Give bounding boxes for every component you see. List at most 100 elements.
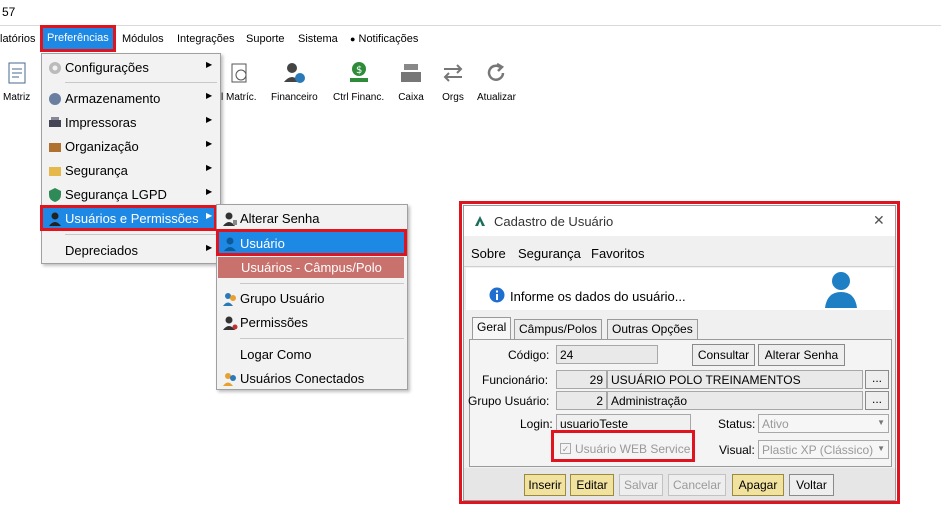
menu-integracoes[interactable]: Integrações (177, 33, 234, 45)
organization-icon (49, 143, 61, 152)
window-title-bar: 57 (0, 0, 941, 26)
menu-item-grupo-usuario[interactable]: Grupo Usuário (217, 287, 407, 311)
menu-item-seguranca[interactable]: Segurança ▶ (42, 159, 220, 183)
menu-suporte[interactable]: Suporte (246, 33, 285, 45)
chevron-right-icon: ▶ (206, 187, 213, 196)
tab-geral[interactable]: Geral (472, 317, 512, 339)
funcionario-lookup-button[interactable]: ... (865, 370, 889, 389)
alterar-senha-button[interactable]: Alterar Senha (758, 344, 845, 366)
menu-item-usuarios-campus[interactable]: Usuários - Câmpus/Polo (218, 257, 404, 278)
preferences-menu: Configurações ▶ Armazenamento ▶ Impresso… (41, 53, 221, 264)
menu-relatorios[interactable]: latórios (0, 33, 35, 45)
shield-icon (49, 188, 61, 202)
menu-item-seguranca-lgpd[interactable]: Segurança LGPD ▶ (42, 183, 220, 207)
gear-icon (49, 62, 61, 74)
menu-preferencias[interactable]: Preferências (43, 28, 113, 50)
funcionario-id-field[interactable]: 29 (556, 370, 607, 389)
info-banner: Informe os dados do usuário... (466, 268, 893, 310)
toolbar-caixa[interactable]: Caixa (398, 60, 424, 103)
window-title: 57 (2, 5, 16, 19)
menu-item-logar-como[interactable]: Logar Como (217, 343, 407, 367)
menu-item-armazenamento[interactable]: Armazenamento ▶ (42, 87, 220, 111)
menu-modulos[interactable]: Módulos (122, 33, 164, 45)
dialog-title: Cadastro de Usuário (494, 214, 614, 229)
globe-icon (49, 93, 61, 105)
svg-text:$: $ (356, 65, 362, 76)
printer-icon (49, 117, 61, 127)
login-field[interactable]: usuarioTeste (556, 414, 691, 433)
dialog-menu-sobre[interactable]: Sobre (471, 246, 506, 261)
status-value: Ativo (762, 417, 789, 431)
menu-item-depreciados[interactable]: Depreciados ▶ (42, 239, 220, 263)
toolbar-ctrl-financ-label: Ctrl Financ. (333, 92, 385, 103)
menu-item-usuario[interactable]: Usuário (217, 232, 407, 256)
toolbar-financeiro[interactable]: Financeiro (271, 60, 318, 103)
users-submenu: Alterar Senha Usuário Usuários - Câmpus/… (216, 204, 408, 390)
chevron-right-icon: ▶ (206, 115, 213, 124)
grupo-lookup-button[interactable]: ... (865, 391, 889, 410)
codigo-field[interactable]: 24 (556, 345, 658, 364)
toolbar-atualizar[interactable]: Atualizar (477, 60, 516, 103)
toolbar-matriz[interactable]: Matriz (3, 60, 30, 103)
tab-outras-opcoes[interactable]: Outras Opções (607, 319, 698, 339)
menu-sistema[interactable]: Sistema (298, 33, 338, 45)
toolbar-matricula-label: l Matríc. (221, 92, 257, 103)
editar-button[interactable]: Editar (570, 474, 614, 496)
tab-campus-polos[interactable]: Câmpus/Polos (514, 319, 603, 339)
user-avatar-icon (825, 272, 857, 308)
menu-item-permissoes[interactable]: Permissões (217, 311, 407, 335)
toolbar-matriz-label: Matriz (3, 92, 31, 103)
toolbar-matricula[interactable]: l Matríc. (221, 60, 257, 103)
chevron-right-icon: ▶ (206, 139, 213, 148)
menu-notificacoes[interactable]: ● Notificações (350, 33, 418, 45)
apagar-button[interactable]: Apagar (732, 474, 784, 496)
refresh-icon (488, 62, 505, 81)
bell-icon: ● (350, 34, 356, 44)
chevron-right-icon: ▶ (206, 211, 213, 220)
menu-item-organizacao[interactable]: Organização ▶ (42, 135, 220, 159)
voltar-button[interactable]: Voltar (789, 474, 834, 496)
calculator-icon (231, 63, 247, 83)
toolbar-orgs-label: Orgs (442, 92, 464, 103)
lock-folder-icon (49, 167, 61, 176)
chevron-down-icon: ▼ (877, 418, 885, 427)
toolbar-orgs[interactable]: Orgs (440, 60, 466, 103)
user-key-icon (223, 212, 237, 226)
grupo-name-field[interactable]: Administração (607, 391, 863, 410)
swap-arrows-icon (443, 64, 463, 82)
status-label: Status: (718, 417, 756, 431)
user-icon (49, 212, 61, 226)
menu-item-alterar-senha[interactable]: Alterar Senha (217, 207, 407, 231)
funcionario-label: Funcionário: (482, 373, 549, 387)
close-icon[interactable]: ✕ (873, 212, 885, 229)
chevron-right-icon: ▶ (206, 60, 213, 69)
chevron-right-icon: ▶ (206, 163, 213, 172)
inserir-button[interactable]: Inserir (524, 474, 566, 496)
toolbar-caixa-label: Caixa (398, 92, 424, 103)
user-group-icon (223, 293, 236, 306)
menu-item-impressoras[interactable]: Impressoras ▶ (42, 111, 220, 135)
menu-item-usuarios-permissoes[interactable]: Usuários e Permissões ▶ (42, 207, 220, 231)
webservice-checkbox[interactable]: ✓ Usuário WEB Service (560, 441, 690, 459)
dialog-title-bar: Cadastro de Usuário ✕ (464, 206, 895, 236)
status-select[interactable]: Ativo ▼ (758, 414, 889, 433)
cash-register-icon (401, 64, 421, 82)
salvar-button[interactable]: Salvar (619, 474, 663, 496)
visual-value: Plastic XP (Clássico) (762, 443, 874, 457)
user-registration-dialog: Cadastro de Usuário ✕ Sobre Segurança Fa… (463, 205, 896, 501)
chevron-down-icon: ▼ (877, 444, 885, 453)
funcionario-name-field[interactable]: USUÁRIO POLO TREINAMENTOS (607, 370, 863, 389)
cancelar-button[interactable]: Cancelar (668, 474, 726, 496)
consultar-button[interactable]: Consultar (692, 344, 755, 366)
grupo-id-field[interactable]: 2 (556, 391, 607, 410)
document-icon (8, 62, 26, 84)
dialog-menu-favoritos[interactable]: Favoritos (591, 246, 644, 261)
toolbar-ctrl-financ[interactable]: $ Ctrl Financ. (333, 60, 384, 103)
visual-select[interactable]: Plastic XP (Clássico) ▼ (758, 440, 889, 459)
dialog-menu-seguranca[interactable]: Segurança (518, 246, 581, 261)
toolbar-atualizar-label: Atualizar (477, 92, 516, 103)
menu-item-configuracoes[interactable]: Configurações ▶ (42, 56, 220, 80)
app-logo-icon (475, 216, 485, 226)
menu-item-usuarios-conectados[interactable]: Usuários Conectados (217, 367, 407, 391)
menu-separator (65, 82, 217, 83)
